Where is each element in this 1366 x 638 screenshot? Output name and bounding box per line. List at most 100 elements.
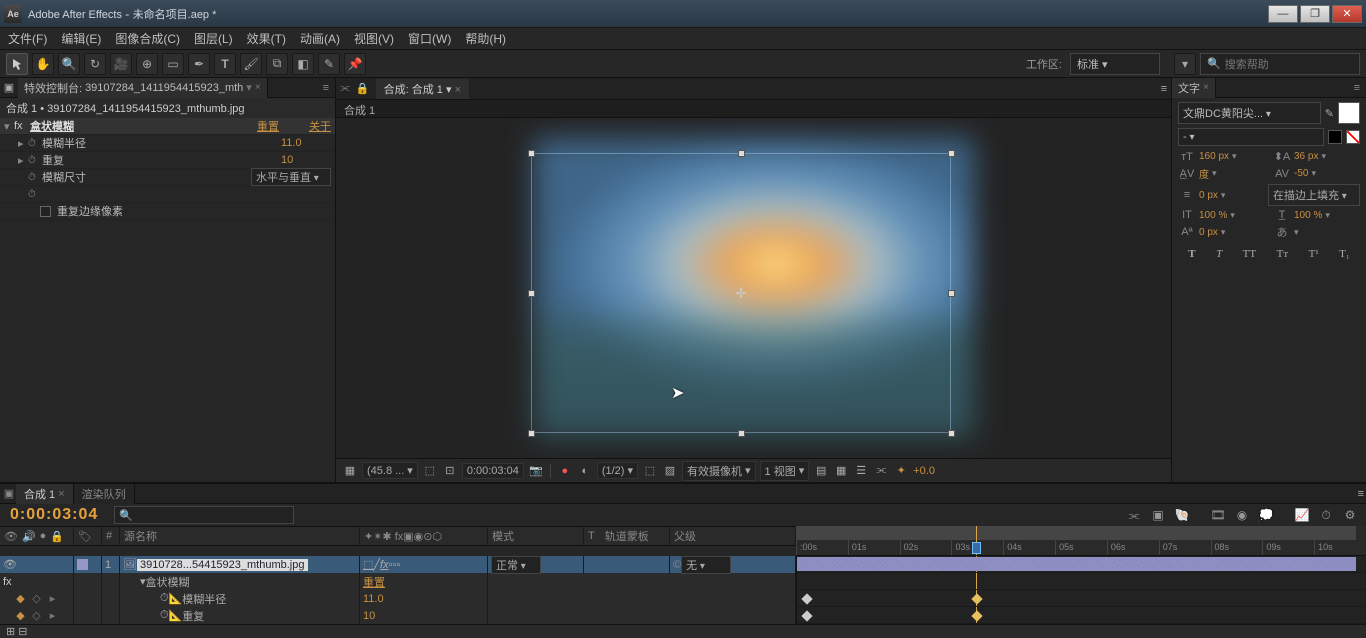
rectangle-tool[interactable]: ▭ bbox=[162, 53, 184, 75]
comp-subtab[interactable]: 合成 1 bbox=[336, 100, 1171, 118]
solo-icon[interactable]: ● bbox=[40, 530, 47, 542]
close-tab-icon[interactable]: × bbox=[255, 82, 261, 93]
pan-behind-tool[interactable]: ⊕ bbox=[136, 53, 158, 75]
leading-value[interactable]: 36 px bbox=[1294, 151, 1318, 162]
mask-icon[interactable]: ⊡ bbox=[442, 464, 458, 477]
stopwatch-icon[interactable]: ⏱ bbox=[28, 172, 40, 183]
layer-bar[interactable] bbox=[797, 557, 1356, 571]
font-family-select[interactable]: 文鼎DC黄阳尖... ▾ bbox=[1178, 102, 1321, 124]
draft3d-icon[interactable]: ▣ bbox=[1148, 506, 1168, 524]
project-icon[interactable]: ▣ bbox=[0, 81, 18, 94]
stopwatch-icon[interactable]: ⏱ bbox=[28, 138, 40, 149]
exposure-value[interactable]: +0.0 bbox=[913, 465, 935, 477]
timeline-search[interactable]: 🔍 bbox=[114, 506, 294, 524]
effect-header-row[interactable]: ▾ fx 盒状模糊 重置 关于 bbox=[0, 118, 335, 135]
audio-icon[interactable]: 🔊 bbox=[22, 530, 36, 543]
roto-tool[interactable]: ✎ bbox=[318, 53, 340, 75]
hide-shy-icon[interactable]: 🐚 bbox=[1172, 506, 1192, 524]
maximize-button[interactable]: ❐ bbox=[1300, 5, 1330, 23]
prop-row-radius[interactable]: ◆◇▸ ⏱ 📐 模糊半径 11.0 bbox=[0, 590, 796, 607]
channel-icon[interactable]: ● bbox=[557, 465, 573, 477]
menu-window[interactable]: 窗口(W) bbox=[404, 30, 455, 47]
vscale-value[interactable]: 100 % bbox=[1199, 210, 1227, 221]
nofill-swatch[interactable] bbox=[1346, 130, 1360, 144]
source-name-header[interactable]: 源名称 bbox=[120, 527, 360, 545]
menu-effect[interactable]: 效果(T) bbox=[243, 30, 290, 47]
stopwatch-icon[interactable]: ⏱ bbox=[160, 592, 169, 605]
keyframe[interactable] bbox=[801, 593, 812, 604]
magnification-select[interactable]: (45.8 ... ▾ bbox=[362, 462, 418, 479]
about-link[interactable]: 关于 bbox=[309, 118, 331, 134]
menu-animation[interactable]: 动画(A) bbox=[296, 30, 344, 47]
handle-tl[interactable] bbox=[528, 150, 535, 157]
snapshot-icon[interactable]: 📷 bbox=[528, 464, 544, 477]
layer-label[interactable] bbox=[77, 559, 88, 570]
comp-panel-menu[interactable]: ≡ bbox=[1161, 83, 1167, 95]
parent-select[interactable]: 无 ▾ bbox=[681, 556, 731, 574]
menu-edit[interactable]: 编辑(E) bbox=[57, 30, 105, 47]
comp-flow-icon[interactable]: ⫘ bbox=[873, 464, 889, 477]
stopwatch-icon[interactable]: ⏱ bbox=[28, 155, 40, 166]
text-tool[interactable]: T bbox=[214, 53, 236, 75]
menu-help[interactable]: 帮助(H) bbox=[461, 30, 510, 47]
character-tab[interactable]: 文字 × bbox=[1172, 78, 1216, 98]
roi-icon[interactable]: ⬚ bbox=[642, 464, 658, 477]
layer-row[interactable]: 👁 1 🖼 3910728...54415923_mthumb.jpg ⬚ ╱ … bbox=[0, 556, 796, 573]
lock-icon[interactable]: 🔒 bbox=[356, 82, 370, 95]
eyedropper-icon[interactable]: ✎ bbox=[1325, 107, 1334, 120]
minimize-button[interactable]: — bbox=[1268, 5, 1298, 23]
handle-bl[interactable] bbox=[528, 430, 535, 437]
blend-mode-select[interactable]: 正常 ▾ bbox=[491, 556, 541, 574]
time-ruler[interactable]: :00s 01s 02s 03s 04s 05s 06s 07s 08s 09s… bbox=[796, 526, 1366, 556]
alpha-icon[interactable]: ◐ bbox=[577, 465, 593, 477]
stopwatch-icon[interactable]: ⏱ bbox=[160, 609, 169, 622]
reset-link[interactable]: 重置 bbox=[257, 118, 279, 134]
camera-tool[interactable]: 🎥 bbox=[110, 53, 132, 75]
anchor-point[interactable]: ✛ bbox=[734, 286, 748, 300]
handle-br[interactable] bbox=[948, 430, 955, 437]
switches-icon[interactable]: ⚙ bbox=[1340, 506, 1360, 524]
prop-edge[interactable]: 重复边缘像素 bbox=[0, 203, 335, 220]
zoom-tool[interactable]: 🔍 bbox=[58, 53, 80, 75]
eye-icon[interactable]: 👁 bbox=[3, 558, 17, 571]
brainstorm-icon[interactable]: 💭 bbox=[1256, 506, 1276, 524]
menu-file[interactable]: 文件(F) bbox=[4, 30, 51, 47]
toggle-switches-icon[interactable]: ⊞ ⊟ bbox=[0, 625, 34, 638]
resolution-select[interactable]: (1/2) ▾ bbox=[597, 462, 638, 479]
stroke-position-select[interactable]: 在描边上填充 ▾ bbox=[1268, 184, 1360, 206]
prop-iterations[interactable]: ▸⏱ 重复 10 bbox=[0, 152, 335, 169]
timeline-track-area[interactable] bbox=[796, 556, 1366, 624]
hscale-value[interactable]: 100 % bbox=[1294, 210, 1322, 221]
handle-tr[interactable] bbox=[948, 150, 955, 157]
puppet-tool[interactable]: 📌 bbox=[344, 53, 366, 75]
keyframe[interactable] bbox=[972, 593, 983, 604]
kerning-value[interactable]: 度 bbox=[1199, 166, 1209, 181]
timeline-icon[interactable]: ☰ bbox=[853, 464, 869, 477]
transparency-icon[interactable]: ▨ bbox=[662, 464, 678, 477]
rotation-tool[interactable]: ↻ bbox=[84, 53, 106, 75]
viewport[interactable]: ✛ ➤ bbox=[336, 118, 1171, 458]
italic-button[interactable]: T bbox=[1216, 248, 1222, 260]
viewer-timecode[interactable]: 0:00:03:04 bbox=[462, 463, 524, 479]
close-button[interactable]: ✕ bbox=[1332, 5, 1362, 23]
auto-keyframe-icon[interactable]: ⏱ bbox=[1316, 506, 1336, 524]
resolution-icon[interactable]: ⬚ bbox=[422, 464, 438, 477]
workspace-select[interactable]: 标准 ▾ bbox=[1070, 53, 1160, 75]
effect-row[interactable]: fx ▾ 盒状模糊 重置 bbox=[0, 573, 796, 590]
font-size-value[interactable]: 160 px bbox=[1199, 151, 1229, 162]
comp-mini-flowchart[interactable]: ⫘ bbox=[1124, 506, 1144, 524]
hand-tool[interactable]: ✋ bbox=[32, 53, 54, 75]
pen-tool[interactable]: ✒ bbox=[188, 53, 210, 75]
current-timecode[interactable]: 0:00:03:04 bbox=[0, 506, 114, 524]
reset-exposure-icon[interactable]: ✦ bbox=[893, 464, 909, 477]
selection-tool[interactable] bbox=[6, 53, 28, 75]
dimensions-select[interactable]: 水平与垂直 ▾ bbox=[251, 168, 331, 186]
lock-icon[interactable]: 🔒 bbox=[50, 530, 64, 543]
handle-ml[interactable] bbox=[528, 290, 535, 297]
prop-dimensions[interactable]: ⏱ 模糊尺寸 水平与垂直 ▾ bbox=[0, 169, 335, 186]
stroke-width-value[interactable]: 0 px bbox=[1199, 190, 1218, 201]
font-style-select[interactable]: - ▾ bbox=[1178, 128, 1324, 146]
brush-tool[interactable]: 🖌 bbox=[240, 53, 262, 75]
clone-tool[interactable]: ⧉ bbox=[266, 53, 288, 75]
bold-button[interactable]: T bbox=[1188, 248, 1195, 260]
